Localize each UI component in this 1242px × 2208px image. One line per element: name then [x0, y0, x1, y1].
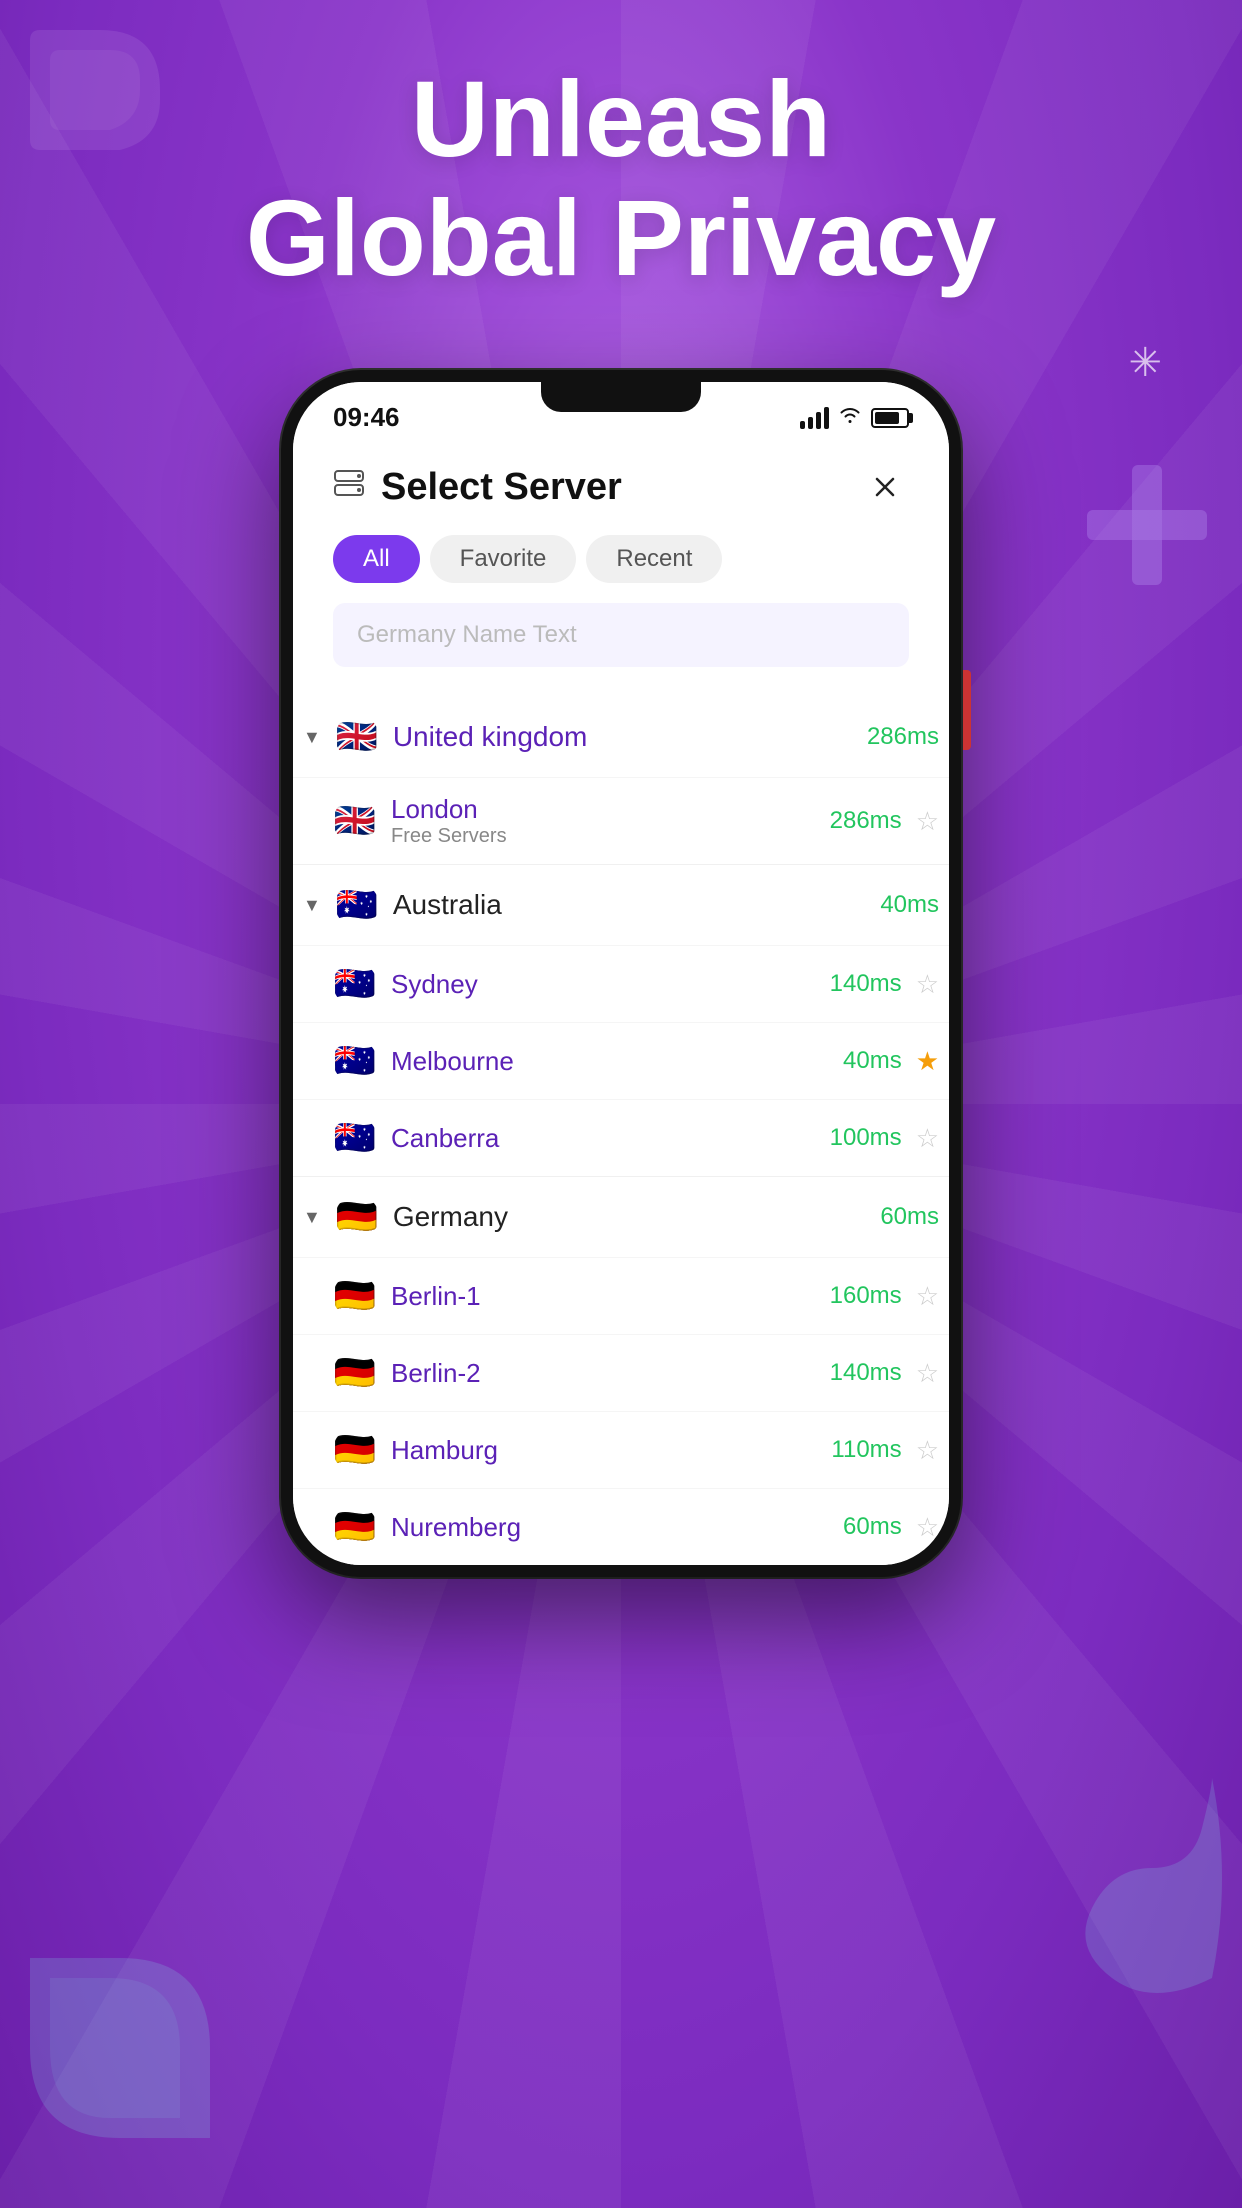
flag-melbourne: 🇦🇺 [333, 1039, 377, 1083]
latency-de: 60ms [880, 1203, 939, 1231]
favorite-star-berlin2[interactable]: ☆ [916, 1358, 939, 1389]
server-row-london[interactable]: 🇬🇧 London Free Servers 286ms ☆ [293, 777, 949, 864]
wifi-icon [839, 406, 861, 430]
server-name-melbourne: Melbourne [391, 1046, 829, 1077]
chevron-down-icon-de: ▼ [303, 1207, 321, 1228]
server-name-hamburg: Hamburg [391, 1435, 817, 1466]
chevron-down-icon-au: ▼ [303, 895, 321, 916]
server-name-sydney: Sydney [391, 969, 816, 1000]
app-header: Select Server [333, 463, 909, 511]
flag-nuremberg: 🇩🇪 [333, 1505, 377, 1549]
hero-title-line2: Global Privacy [40, 179, 1202, 298]
favorite-star-hamburg[interactable]: ☆ [916, 1435, 939, 1466]
country-row-de[interactable]: ▼ 🇩🇪 Germany 60ms [293, 1177, 949, 1257]
signal-icon [800, 407, 829, 429]
latency-berlin2: 140ms [830, 1359, 902, 1387]
tab-all[interactable]: All [333, 535, 420, 583]
server-name-main-berlin2: Berlin-2 [391, 1358, 816, 1389]
favorite-star-canberra[interactable]: ☆ [916, 1123, 939, 1154]
country-name-de: Germany [393, 1201, 866, 1233]
server-row-nuremberg[interactable]: 🇩🇪 Nuremberg 60ms ☆ [293, 1488, 949, 1565]
flag-sydney: 🇦🇺 [333, 962, 377, 1006]
server-name-main-london: London [391, 794, 816, 825]
server-name-main-canberra: Canberra [391, 1123, 816, 1154]
deco-boomerang-icon [1032, 1728, 1232, 2028]
tab-favorite[interactable]: Favorite [430, 535, 577, 583]
latency-hamburg: 110ms [831, 1436, 901, 1464]
app-content: Select Server All Favorite Recent [293, 443, 949, 697]
flag-de: 🇩🇪 [335, 1195, 379, 1239]
latency-uk: 286ms [867, 723, 939, 751]
server-list: ▼ 🇬🇧 United kingdom 286ms 🇬🇧 London Free… [293, 697, 949, 1565]
flag-uk: 🇬🇧 [335, 715, 379, 759]
server-row-berlin2[interactable]: 🇩🇪 Berlin-2 140ms ☆ [293, 1334, 949, 1411]
phone-screen: 09:46 [293, 382, 949, 1565]
server-name-nuremberg: Nuremberg [391, 1512, 829, 1543]
latency-berlin1: 160ms [830, 1282, 902, 1310]
phone-notch [541, 382, 701, 412]
chevron-down-icon: ▼ [303, 727, 321, 748]
tab-recent[interactable]: Recent [586, 535, 722, 583]
latency-au: 40ms [880, 891, 939, 919]
server-name-berlin2: Berlin-2 [391, 1358, 816, 1389]
latency-melbourne: 40ms [843, 1047, 902, 1075]
battery-icon [871, 408, 909, 428]
deco-cross-icon [1082, 460, 1212, 590]
latency-nuremberg: 60ms [843, 1513, 902, 1541]
server-row-sydney[interactable]: 🇦🇺 Sydney 140ms ☆ [293, 945, 949, 1022]
country-row-uk[interactable]: ▼ 🇬🇧 United kingdom 286ms [293, 697, 949, 777]
flag-berlin1: 🇩🇪 [333, 1274, 377, 1318]
server-row-melbourne[interactable]: 🇦🇺 Melbourne 40ms ★ [293, 1022, 949, 1099]
server-row-berlin1[interactable]: 🇩🇪 Berlin-1 160ms ☆ [293, 1257, 949, 1334]
server-row-canberra[interactable]: 🇦🇺 Canberra 100ms ☆ [293, 1099, 949, 1176]
flag-canberra: 🇦🇺 [333, 1116, 377, 1160]
flag-london: 🇬🇧 [333, 799, 377, 843]
favorite-star-sydney[interactable]: ☆ [916, 969, 939, 1000]
server-subtitle-london: Free Servers [391, 825, 816, 848]
header-left: Select Server [333, 466, 622, 509]
flag-hamburg: 🇩🇪 [333, 1428, 377, 1472]
favorite-star-melbourne[interactable]: ★ [916, 1046, 939, 1077]
server-name-canberra: Canberra [391, 1123, 816, 1154]
status-time: 09:46 [333, 402, 400, 433]
server-name-main-nuremberg: Nuremberg [391, 1512, 829, 1543]
country-name-uk: United kingdom [393, 721, 853, 753]
spark-icon: ✳ [1128, 340, 1162, 386]
server-name-main-berlin1: Berlin-1 [391, 1281, 816, 1312]
server-name-berlin1: Berlin-1 [391, 1281, 816, 1312]
filter-tabs: All Favorite Recent [333, 535, 909, 583]
country-name-au: Australia [393, 889, 866, 921]
favorite-star-nuremberg[interactable]: ☆ [916, 1512, 939, 1543]
status-icons [800, 406, 909, 430]
country-row-au[interactable]: ▼ 🇦🇺 Australia 40ms [293, 865, 949, 945]
search-placeholder: Germany Name Text [357, 621, 577, 648]
flag-au: 🇦🇺 [335, 883, 379, 927]
latency-london: 286ms [830, 807, 902, 835]
deco-bottom-left-icon [20, 1948, 220, 2148]
server-name-main-hamburg: Hamburg [391, 1435, 817, 1466]
hero-title-line1: Unleash [40, 60, 1202, 179]
latency-canberra: 100ms [830, 1124, 902, 1152]
server-name-london: London Free Servers [391, 794, 816, 848]
favorite-star-berlin1[interactable]: ☆ [916, 1281, 939, 1312]
flag-berlin2: 🇩🇪 [333, 1351, 377, 1395]
latency-sydney: 140ms [830, 970, 902, 998]
search-bar[interactable]: Germany Name Text [333, 603, 909, 667]
hero-title: Unleash Global Privacy [0, 60, 1242, 298]
server-row-hamburg[interactable]: 🇩🇪 Hamburg 110ms ☆ [293, 1411, 949, 1488]
app-header-title: Select Server [381, 466, 622, 509]
favorite-star-london[interactable]: ☆ [916, 806, 939, 837]
phone-wrapper: 09:46 [281, 370, 961, 1577]
server-name-main-sydney: Sydney [391, 969, 816, 1000]
server-name-main-melbourne: Melbourne [391, 1046, 829, 1077]
close-button[interactable] [861, 463, 909, 511]
phone-frame: 09:46 [281, 370, 961, 1577]
server-list-icon [333, 467, 365, 507]
